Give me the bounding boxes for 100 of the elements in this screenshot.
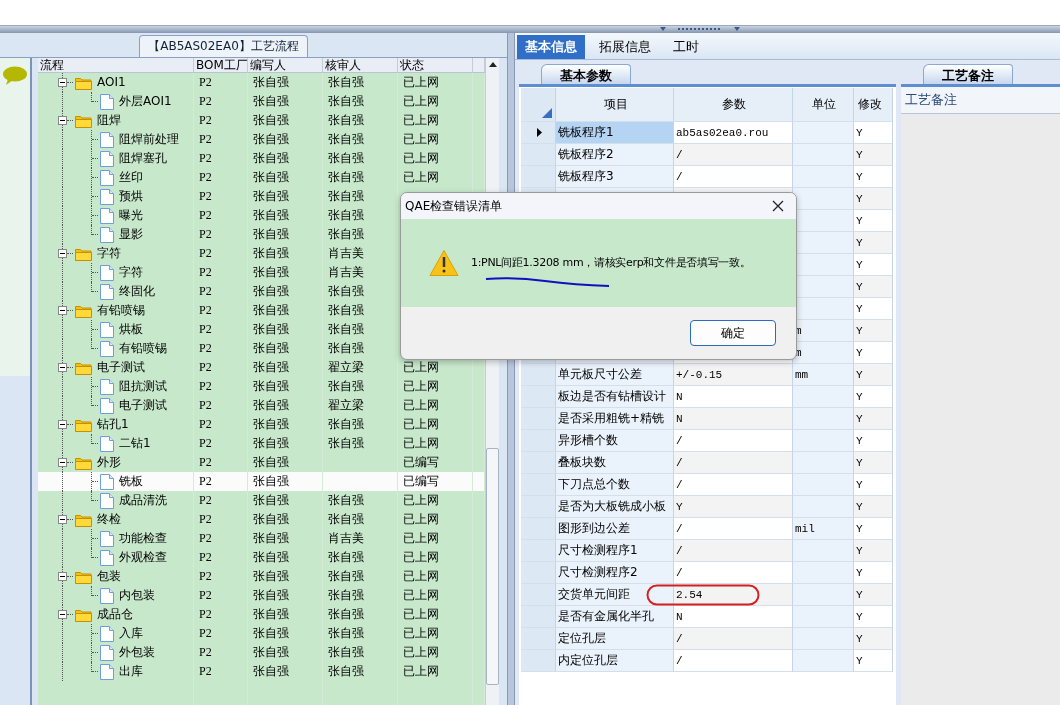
table-cell: 已上网 [403,132,439,146]
table-row[interactable]: 阻焊前处理 P2 张自强 张自强 已上网 [38,130,485,149]
table-row[interactable]: 尺寸检测程序2 / Y [521,562,896,584]
table-row[interactable]: 外层AOI1 P2 张自强 张自强 已上网 [38,92,485,111]
collapse-icon[interactable] [58,249,67,258]
table-row[interactable]: 电子测试 P2 张自强 翟立梁 已上网 [38,396,485,415]
table-row[interactable]: 成品清洗 P2 张自强 张自强 已上网 [38,491,485,510]
table-cell: 张自强 [328,417,364,431]
file-icon [100,321,114,338]
file-icon [100,150,114,167]
table-cell: P2 [199,379,212,393]
collapse-icon[interactable] [58,515,67,524]
table-cell: 已上网 [403,569,439,583]
table-row[interactable]: 铣板程序2 / Y [521,144,896,166]
table-row[interactable]: 交货单元间距 2.54 Y [521,584,896,606]
table-cell [793,474,854,496]
process-name: 外观检查 [119,549,167,566]
table-row[interactable]: 钻孔1 P2 张自强 张自强 已上网 [38,415,485,434]
table-row[interactable]: 铣板程序3 / Y [521,166,896,188]
table-row[interactable]: 外包装 P2 张自强 张自强 已上网 [38,643,485,662]
table-row[interactable]: 阻焊 P2 张自强 张自强 已上网 [38,111,485,130]
table-row[interactable]: 叠板块数 / Y [521,452,896,474]
table-cell: 张自强 [253,664,289,678]
collapse-icon[interactable] [58,610,67,619]
file-icon [100,93,114,110]
table-row[interactable]: 阻抗测试 P2 张自强 张自强 已上网 [38,377,485,396]
table-row[interactable]: 二钻1 P2 张自强 张自强 已上网 [38,434,485,453]
column-header[interactable]: 单位 [793,88,854,122]
chat-bubble-icon[interactable] [2,66,28,86]
table-row[interactable]: 阻焊塞孔 P2 张自强 张自强 已上网 [38,149,485,168]
table-row[interactable]: 终检 P2 张自强 张自强 已上网 [38,510,485,529]
grip-icon[interactable] [660,26,740,32]
collapse-icon[interactable] [58,116,67,125]
collapse-icon[interactable] [58,420,67,429]
table-row[interactable]: 板边是否有钻槽设计 N Y [521,386,896,408]
table-row[interactable]: 异形槽个数 / Y [521,430,896,452]
collapse-icon[interactable] [58,78,67,87]
table-row[interactable]: 内包装 P2 张自强 张自强 已上网 [38,586,485,605]
tab[interactable]: 工时 [665,35,707,59]
table-cell: P2 [199,208,212,222]
table-cell: 张自强 [253,189,289,203]
table-row[interactable]: 是否有金属化半孔 N Y [521,606,896,628]
column-header[interactable]: 修改 [854,88,893,122]
table-cell: 叠板块数 [556,452,674,474]
table-cell [793,650,854,672]
table-row[interactable]: 外观检查 P2 张自强 张自强 已上网 [38,548,485,567]
table-row[interactable]: 丝印 P2 张自强 张自强 已上网 [38,168,485,187]
process-name: 成品仓 [97,606,133,623]
table-row[interactable]: 图形到边公差 / mil Y [521,518,896,540]
file-icon [100,226,114,243]
collapse-icon[interactable] [58,572,67,581]
row-header[interactable] [521,122,556,144]
column-header[interactable]: 流程 [38,58,194,72]
column-header[interactable]: 核审人 [323,58,398,72]
table-cell: 异形槽个数 [556,430,674,452]
table-cell: Y [674,496,793,518]
column-header[interactable]: 状态 [398,58,473,72]
tab[interactable]: 工艺备注 [923,64,1013,84]
table-row[interactable]: 入库 P2 张自强 张自强 已上网 [38,624,485,643]
tab[interactable]: 基本参数 [541,64,631,84]
table-cell: 张自强 [328,379,364,393]
collapse-icon[interactable] [58,363,67,372]
column-header[interactable]: 编写人 [248,58,323,72]
table-cell: 张自强 [253,360,289,374]
close-icon[interactable] [772,200,784,212]
column-header[interactable]: 项目 [556,88,674,122]
process-name: 阻焊前处理 [119,131,179,148]
collapse-icon[interactable] [58,306,67,315]
table-row[interactable]: 是否采用粗铣+精铣 N Y [521,408,896,430]
column-header[interactable]: 参数 [674,88,793,122]
table-row[interactable]: 是否为大板铣成小板 Y Y [521,496,896,518]
table-row[interactable]: 出库 P2 张自强 张自强 已上网 [38,662,485,681]
table-row[interactable]: 成品仓 P2 张自强 张自强 已上网 [38,605,485,624]
table-row[interactable]: 定位孔层 / Y [521,628,896,650]
file-icon [100,169,114,186]
table-row[interactable]: 铣板程序1 ab5as02ea0.rou Y [521,122,896,144]
table-cell: 张自强 [328,569,364,583]
table-cell: P2 [199,341,212,355]
table-cell: Y [854,188,893,210]
folder-icon [75,607,92,622]
table-row[interactable]: 包装 P2 张自强 张自强 已上网 [38,567,485,586]
table-cell: 张自强 [328,189,364,203]
table-cell: 张自强 [253,626,289,640]
table-cell: P2 [199,189,212,203]
ok-button[interactable]: 确定 [690,320,776,346]
table-cell: 张自强 [253,284,289,298]
tab[interactable]: 基本信息 [517,35,585,59]
table-row[interactable]: 单元板尺寸公差 +/-0.15 mm Y [521,364,896,386]
tab[interactable]: 拓展信息 [591,35,659,59]
table-row[interactable]: 下刀点总个数 / Y [521,474,896,496]
process-name: 钻孔1 [97,416,129,433]
column-header[interactable]: BOM工厂 [194,58,248,72]
table-row[interactable]: AOI1 P2 张自强 张自强 已上网 [38,73,485,92]
folder-icon [75,303,92,318]
collapse-icon[interactable] [58,458,67,467]
table-row[interactable]: 功能检查 P2 张自强 肖吉美 已上网 [38,529,485,548]
table-row[interactable]: 内定位孔层 / Y [521,650,896,672]
scroll-up-icon[interactable] [487,61,498,68]
table-row[interactable]: 尺寸检测程序1 / Y [521,540,896,562]
table-row[interactable]: 铣板 P2 张自强 已编写 [38,472,485,491]
